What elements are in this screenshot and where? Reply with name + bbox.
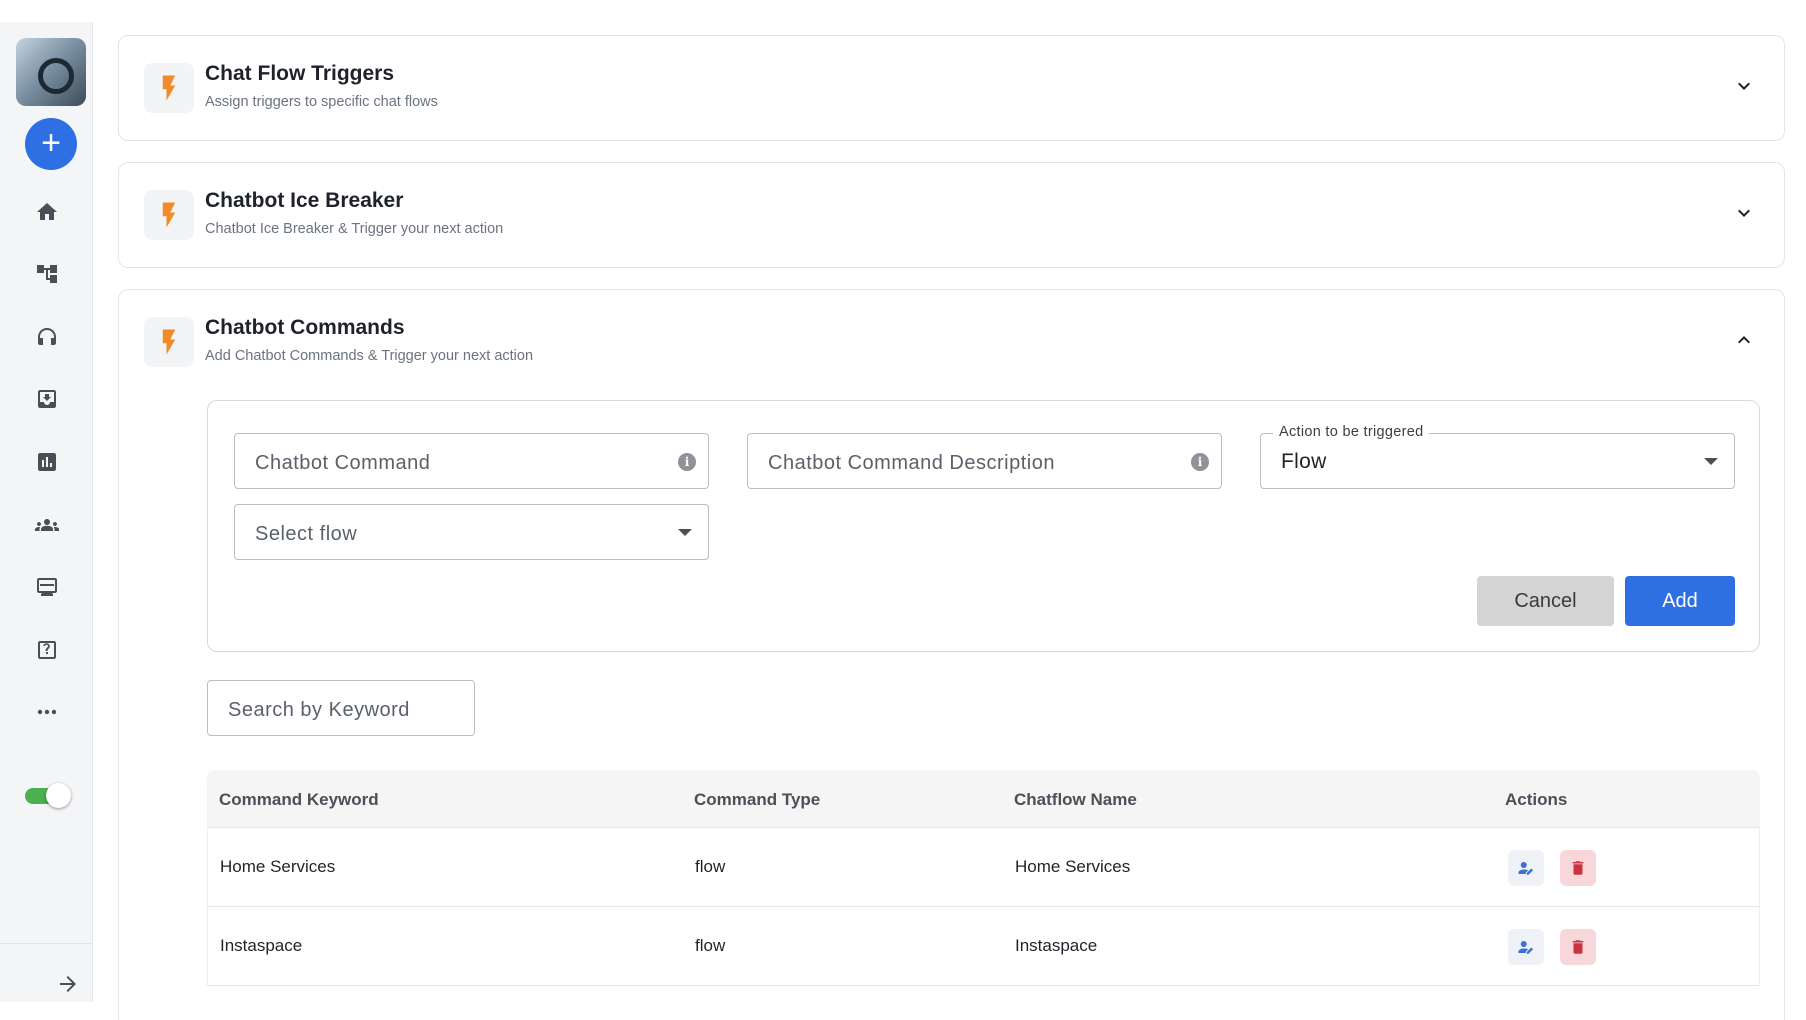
info-icon[interactable]: i bbox=[1191, 453, 1209, 471]
search-input[interactable]: Search by Keyword bbox=[207, 680, 475, 736]
command-type-cell: flow bbox=[695, 857, 726, 876]
action-select[interactable]: Action to be triggered Flow bbox=[1260, 424, 1735, 489]
cancel-button[interactable]: Cancel bbox=[1477, 576, 1614, 626]
column-header: Command Keyword bbox=[219, 790, 379, 809]
section-subtitle: Chatbot Ice Breaker & Trigger your next … bbox=[205, 221, 504, 237]
action-select-value: Flow bbox=[1281, 450, 1327, 473]
bolt-icon bbox=[144, 63, 194, 113]
chatbot-ice-breaker-header[interactable]: Chatbot Ice Breaker Chatbot Ice Breaker … bbox=[119, 163, 1784, 267]
chatbot-ice-breaker-section: Chatbot Ice Breaker Chatbot Ice Breaker … bbox=[118, 162, 1785, 268]
chatflow-name-cell: Instaspace bbox=[1015, 936, 1098, 955]
help-icon[interactable] bbox=[30, 633, 64, 667]
sidebar: + bbox=[0, 22, 93, 1002]
column-header: Chatflow Name bbox=[1014, 790, 1137, 809]
chart-icon[interactable] bbox=[30, 445, 64, 479]
more-icon[interactable] bbox=[30, 695, 64, 729]
chatbot-command-input[interactable]: Chatbot Command i bbox=[234, 433, 709, 489]
section-subtitle: Assign triggers to specific chat flows bbox=[205, 94, 438, 110]
command-keyword-cell: Home Services bbox=[220, 857, 336, 876]
dropdown-caret-icon bbox=[1704, 458, 1718, 465]
chevron-down-icon[interactable] bbox=[1732, 74, 1756, 98]
input-placeholder: Chatbot Command Description bbox=[768, 452, 1055, 474]
commands-table: Command Keyword Command Type Chatflow Na… bbox=[207, 770, 1760, 986]
section-title: Chat Flow Triggers bbox=[205, 62, 395, 85]
chatbot-commands-header[interactable]: Chatbot Commands Add Chatbot Commands & … bbox=[119, 290, 1784, 394]
action-select-label: Action to be triggered bbox=[1273, 424, 1430, 440]
status-toggle[interactable] bbox=[25, 783, 71, 808]
section-title: Chatbot Ice Breaker bbox=[205, 189, 404, 212]
app-root: + Chat Flow Triggers Assign triggers to … bbox=[0, 0, 1806, 1020]
input-placeholder: Select flow bbox=[255, 523, 358, 545]
app-logo[interactable] bbox=[16, 38, 86, 106]
table-row: Instaspace flow Instaspace bbox=[207, 907, 1760, 986]
home-icon[interactable] bbox=[30, 195, 64, 229]
chat-flow-triggers-section: Chat Flow Triggers Assign triggers to sp… bbox=[118, 35, 1785, 141]
command-keyword-cell: Instaspace bbox=[220, 936, 303, 955]
input-placeholder: Chatbot Command bbox=[255, 452, 431, 474]
command-type-cell: flow bbox=[695, 936, 726, 955]
select-flow-dropdown[interactable]: Select flow bbox=[234, 504, 709, 560]
chatbot-command-description-input[interactable]: Chatbot Command Description i bbox=[747, 433, 1222, 489]
chatbot-commands-section: Chatbot Commands Add Chatbot Commands & … bbox=[118, 289, 1785, 1020]
command-form: Chatbot Command i Chatbot Command Descri… bbox=[207, 400, 1760, 652]
chatflow-name-cell: Home Services bbox=[1015, 857, 1131, 876]
flow-tree-icon[interactable] bbox=[30, 257, 64, 291]
column-header: Command Type bbox=[694, 790, 821, 809]
table-header: Command Keyword Command Type Chatflow Na… bbox=[207, 770, 1760, 828]
info-icon[interactable]: i bbox=[678, 453, 696, 471]
section-title: Chatbot Commands bbox=[205, 316, 405, 339]
headset-icon[interactable] bbox=[30, 320, 64, 354]
bolt-icon bbox=[144, 317, 194, 367]
bolt-icon bbox=[144, 190, 194, 240]
edit-icon[interactable] bbox=[1508, 850, 1544, 886]
trash-icon[interactable] bbox=[1560, 850, 1596, 886]
expand-arrow-icon[interactable] bbox=[56, 972, 80, 996]
trash-icon[interactable] bbox=[1560, 929, 1596, 965]
search-placeholder: Search by Keyword bbox=[228, 699, 410, 721]
table-row: Home Services flow Home Services bbox=[207, 828, 1760, 907]
users-icon[interactable] bbox=[30, 508, 64, 542]
inbox-icon[interactable] bbox=[30, 382, 64, 416]
dropdown-caret-icon bbox=[678, 529, 692, 536]
toggle-knob bbox=[46, 783, 71, 808]
section-subtitle: Add Chatbot Commands & Trigger your next… bbox=[205, 348, 534, 364]
create-button[interactable]: + bbox=[25, 118, 77, 170]
display-icon[interactable] bbox=[30, 570, 64, 604]
sidebar-divider bbox=[0, 943, 93, 944]
add-button[interactable]: Add bbox=[1625, 576, 1735, 626]
edit-icon[interactable] bbox=[1508, 929, 1544, 965]
chevron-up-icon[interactable] bbox=[1732, 328, 1756, 352]
chevron-down-icon[interactable] bbox=[1732, 201, 1756, 225]
chat-flow-triggers-header[interactable]: Chat Flow Triggers Assign triggers to sp… bbox=[119, 36, 1784, 140]
column-header: Actions bbox=[1505, 790, 1568, 809]
